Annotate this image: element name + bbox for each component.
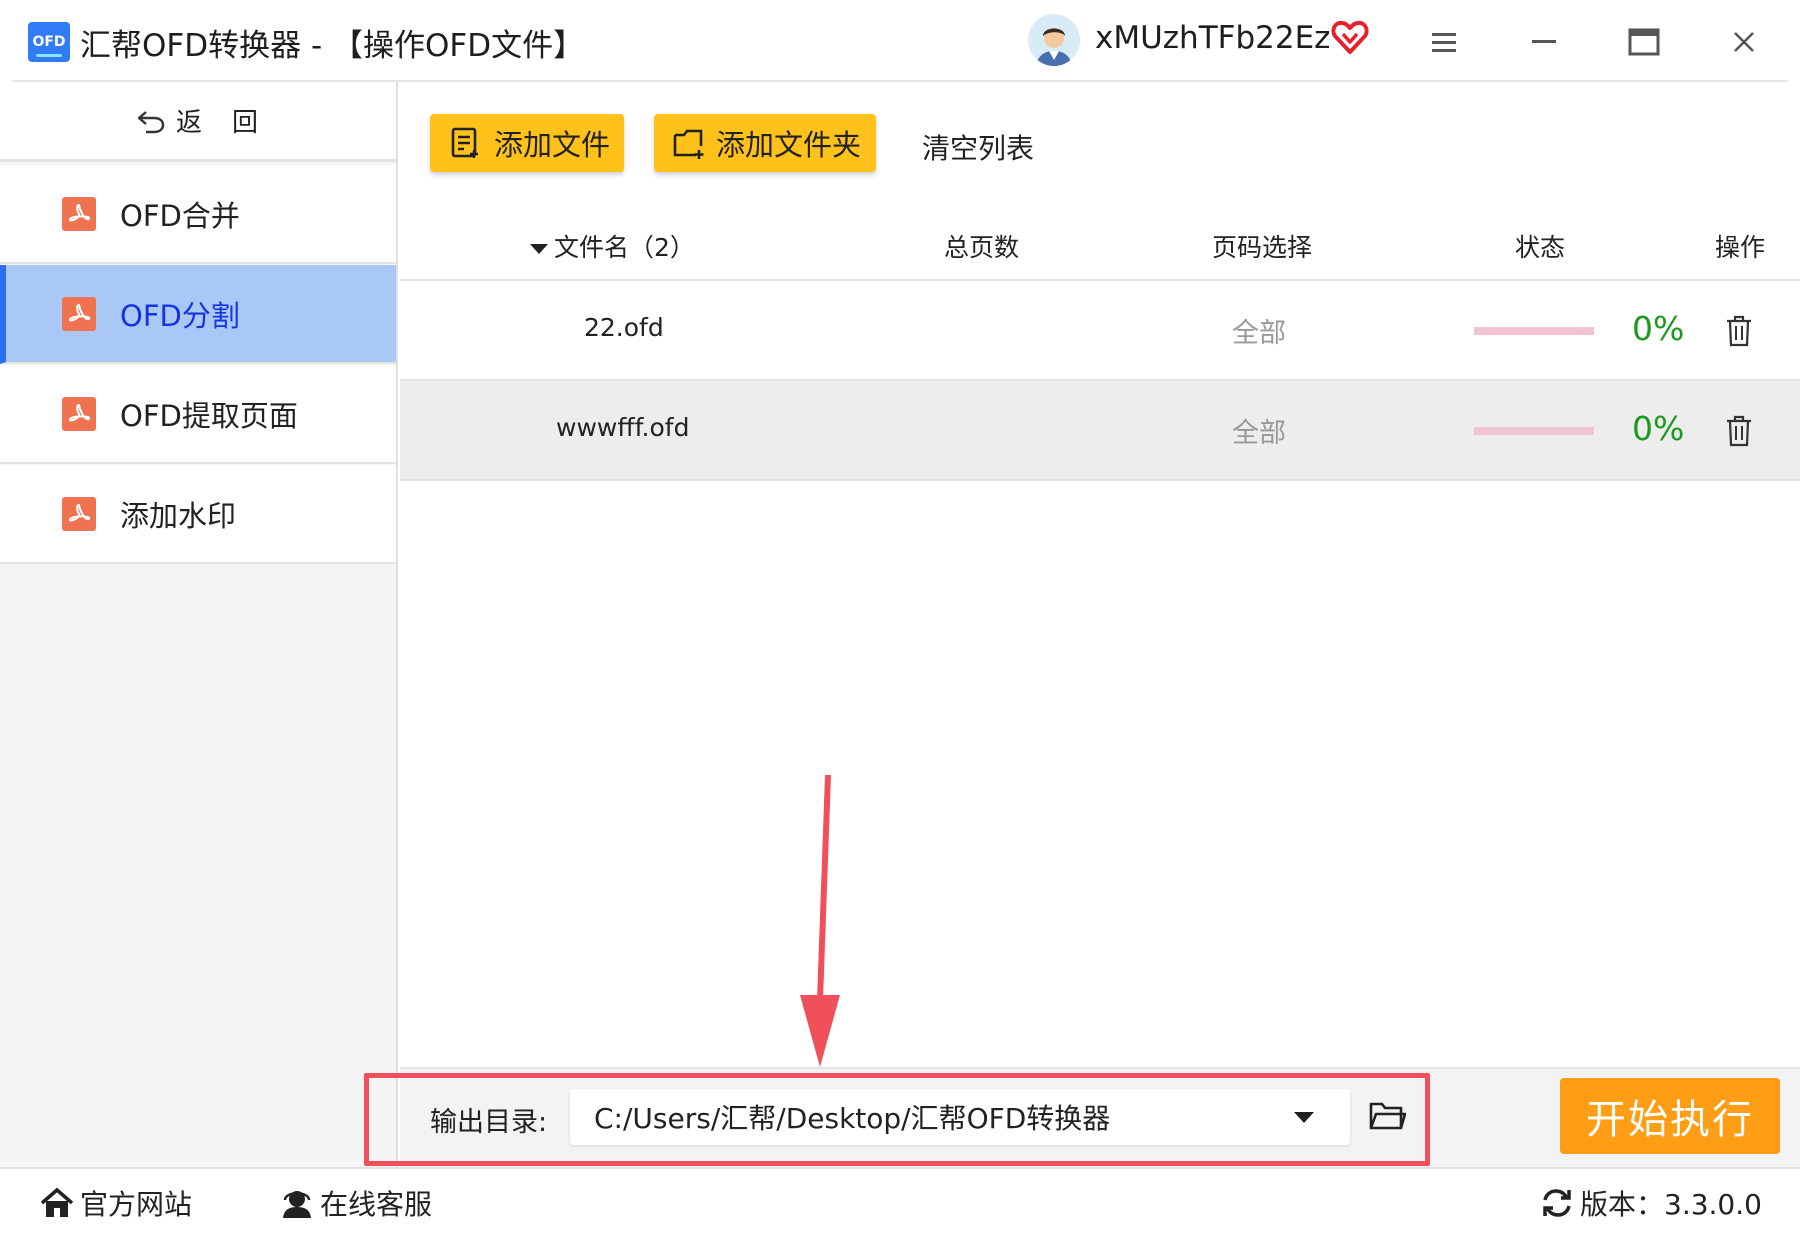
add-file-label: 添加文件 [494,128,611,162]
output-dir-select[interactable]: C:/Users/汇帮/Desktop/汇帮OFD转换器 [570,1089,1350,1145]
column-header-total-pages: 总页数 [944,233,1020,262]
table-row[interactable]: 22.ofd 全部 0% [400,281,1800,381]
sort-down-icon [530,244,548,254]
headset-icon [283,1191,311,1218]
online-support-link[interactable]: 在线客服 [280,1183,432,1223]
version-label: 版本：3.3.0.0 [1580,1188,1762,1221]
row-filename: wwwfff.ofd [556,413,690,442]
table-row[interactable]: wwwfff.ofd 全部 0% [400,381,1800,481]
start-button[interactable]: 开始执行 [1560,1078,1780,1154]
version-info[interactable]: 版本：3.3.0.0 [1540,1183,1762,1223]
sidebar-item-ofd-merge[interactable]: OFD合并 [0,165,396,264]
pdf-icon [62,296,96,331]
maximize-icon[interactable] [1622,20,1666,64]
online-support-label: 在线客服 [320,1188,433,1221]
add-file-icon [451,127,478,158]
sidebar-item-watermark[interactable]: 添加水印 [0,465,396,564]
add-folder-button[interactable]: 添加文件夹 [654,114,876,172]
sidebar-item-label: OFD分割 [120,298,240,333]
progress-percent: 0% [1632,409,1685,448]
progress-bar [1474,427,1594,435]
official-website-link[interactable]: 官方网站 [40,1183,192,1223]
sidebar: 返 回 OFD合并 OFD分割 OFD提取页面 添加水印 [0,82,398,1167]
pdf-icon [62,496,96,531]
row-filename: 22.ofd [584,313,664,342]
home-icon [40,1187,74,1217]
sidebar-item-label: OFD合并 [120,198,240,233]
output-dir-label: 输出目录: [430,1107,548,1138]
filename-header-label: 文件名（2） [554,233,695,262]
app-logo: OFD [28,22,70,62]
chevron-down-icon [1294,1112,1314,1123]
progress-bar [1474,327,1594,335]
app-logo-text: OFD [32,34,66,50]
row-page-select[interactable]: 全部 [1232,311,1286,350]
username[interactable]: xMUzhTFb22Ez [1095,20,1330,56]
refresh-icon [1543,1189,1571,1217]
close-icon[interactable] [1722,20,1766,64]
output-dir-path: C:/Users/汇帮/Desktop/汇帮OFD转换器 [594,1102,1111,1135]
add-file-button[interactable]: 添加文件 [430,114,624,172]
pdf-icon [62,196,96,231]
title-bar: OFD 汇帮OFD转换器 - 【操作OFD文件】 xMUzhTFb22Ez [0,0,1800,82]
back-arrow-icon [137,110,165,133]
column-header-status: 状态 [1515,233,1566,262]
menu-icon[interactable] [1422,20,1466,64]
pdf-icon [62,396,96,431]
column-header-action: 操作 [1715,233,1766,262]
back-button[interactable]: 返 回 [0,82,396,162]
add-folder-icon [673,129,704,159]
minimize-icon[interactable] [1522,20,1566,64]
vip-heart-icon[interactable] [1330,18,1370,58]
main-panel: 添加文件 添加文件夹 清空列表 文件名（2） 总页数 页码选择 状态 操作 22… [400,82,1800,1067]
column-header-page-select: 页码选择 [1212,233,1313,262]
sidebar-item-ofd-split[interactable]: OFD分割 [0,265,396,364]
back-label: 返 回 [175,108,260,138]
delete-icon[interactable] [1724,414,1754,448]
row-page-select[interactable]: 全部 [1232,411,1286,450]
delete-icon[interactable] [1724,314,1754,348]
open-folder-icon[interactable] [1368,1098,1406,1132]
user-avatar[interactable] [1028,14,1080,66]
sidebar-item-label: OFD提取页面 [120,398,298,433]
progress-percent: 0% [1632,309,1685,348]
footer: 官方网站 在线客服 版本：3.3.0.0 [0,1167,1800,1234]
clear-list-button[interactable]: 清空列表 [922,127,1034,167]
sidebar-item-ofd-extract[interactable]: OFD提取页面 [0,365,396,464]
official-website-label: 官方网站 [80,1188,193,1221]
window-title: 汇帮OFD转换器 - 【操作OFD文件】 [80,28,585,64]
annotation-arrow [800,775,840,1067]
add-folder-label: 添加文件夹 [716,128,862,162]
column-header-filename[interactable]: 文件名（2） [530,228,695,264]
sidebar-item-label: 添加水印 [120,498,237,533]
